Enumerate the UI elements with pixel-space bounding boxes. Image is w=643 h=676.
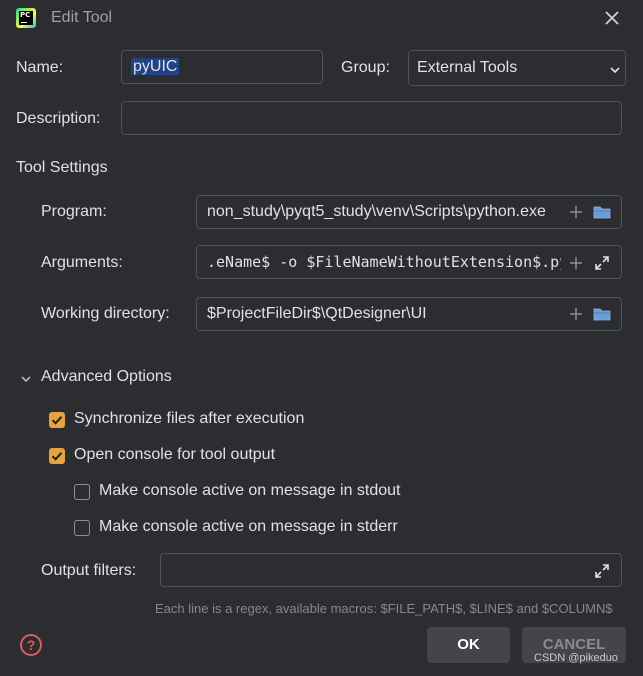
open-console-label: Open console for tool output — [74, 446, 276, 463]
console-stderr-checkbox[interactable] — [74, 520, 90, 536]
tool-settings-heading: Tool Settings — [16, 159, 108, 176]
program-label: Program: — [41, 203, 107, 220]
name-value: pyUIC — [131, 58, 180, 75]
description-input[interactable] — [121, 101, 622, 135]
name-input[interactable]: pyUIC — [121, 50, 323, 84]
folder-icon[interactable] — [593, 204, 611, 220]
window-title: Edit Tool — [51, 9, 113, 26]
console-stdout-checkbox[interactable] — [74, 484, 90, 500]
console-stderr-checkbox-row[interactable]: Make console active on message in stderr — [74, 518, 414, 538]
console-stdout-checkbox-row[interactable]: Make console active on message in stdout — [74, 482, 414, 502]
expand-icon[interactable] — [594, 255, 610, 271]
open-console-checkbox-row[interactable]: Open console for tool output — [49, 446, 309, 466]
title-bar: PC Edit Tool — [0, 0, 643, 36]
close-button[interactable] — [600, 6, 624, 30]
console-stderr-label: Make console active on message in stderr — [99, 518, 398, 535]
chevron-down-icon — [21, 376, 31, 383]
output-filters-input[interactable] — [160, 553, 622, 587]
working-directory-input[interactable]: $ProjectFileDir$\QtDesigner\UI — [196, 297, 622, 331]
checkmark-icon — [51, 452, 63, 461]
plus-icon[interactable] — [569, 256, 583, 270]
group-label: Group: — [341, 59, 390, 76]
program-input[interactable]: non_study\pyqt5_study\venv\Scripts\pytho… — [196, 195, 622, 229]
plus-icon[interactable] — [569, 205, 583, 219]
chevron-down-icon — [610, 67, 620, 74]
help-icon[interactable]: ? — [20, 634, 42, 656]
sync-files-checkbox[interactable] — [49, 412, 65, 428]
arguments-input[interactable]: .eName$ -o $FileNameWithoutExtension$.py — [196, 245, 622, 279]
name-label: Name: — [16, 59, 64, 76]
group-select[interactable]: External Tools — [408, 50, 626, 86]
advanced-options-heading: Advanced Options — [41, 368, 172, 385]
folder-icon[interactable] — [593, 306, 611, 322]
working-directory-label: Working directory: — [41, 305, 170, 322]
sync-files-checkbox-row[interactable]: Synchronize files after execution — [49, 410, 329, 430]
console-stdout-label: Make console active on message in stdout — [99, 482, 401, 499]
plus-icon[interactable] — [569, 307, 583, 321]
advanced-options-toggle[interactable]: Advanced Options — [18, 368, 178, 391]
pycharm-logo-icon: PC — [16, 8, 36, 28]
open-console-checkbox[interactable] — [49, 448, 65, 464]
ok-button[interactable]: OK — [427, 627, 510, 663]
working-directory-value: $ProjectFileDir$\QtDesigner\UI — [207, 305, 427, 322]
description-label: Description: — [16, 110, 101, 127]
group-value: External Tools — [417, 59, 518, 76]
close-icon — [605, 11, 619, 25]
arguments-label: Arguments: — [41, 254, 123, 271]
arguments-value: .eName$ -o $FileNameWithoutExtension$.py — [207, 253, 561, 271]
expand-icon[interactable] — [594, 563, 610, 579]
output-filters-label: Output filters: — [41, 562, 137, 579]
output-filters-hint: Each line is a regex, available macros: … — [155, 601, 613, 616]
watermark: CSDN @pikeduo — [534, 652, 618, 664]
sync-files-label: Synchronize files after execution — [74, 410, 305, 427]
checkmark-icon — [51, 416, 63, 425]
program-value: non_study\pyqt5_study\venv\Scripts\pytho… — [207, 203, 546, 220]
